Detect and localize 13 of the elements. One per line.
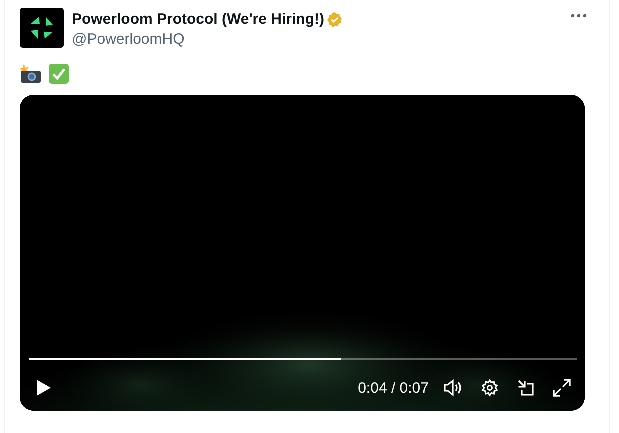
more-icon[interactable] [571, 14, 587, 18]
dock-icon[interactable] [517, 379, 535, 397]
author-name[interactable]: Powerloom Protocol (We're Hiring!) [72, 11, 324, 28]
play-icon[interactable] [36, 379, 52, 397]
logo-icon [29, 15, 55, 41]
author-handle[interactable]: @PowerloomHQ [72, 31, 563, 48]
volume-icon[interactable] [443, 379, 463, 397]
avatar[interactable] [20, 8, 64, 48]
settings-icon[interactable] [481, 379, 499, 397]
camera-flash-icon [20, 64, 41, 84]
check-mark-icon [49, 64, 69, 84]
fullscreen-icon[interactable] [553, 379, 571, 397]
video-time: 0:04 / 0:07 [358, 380, 429, 396]
